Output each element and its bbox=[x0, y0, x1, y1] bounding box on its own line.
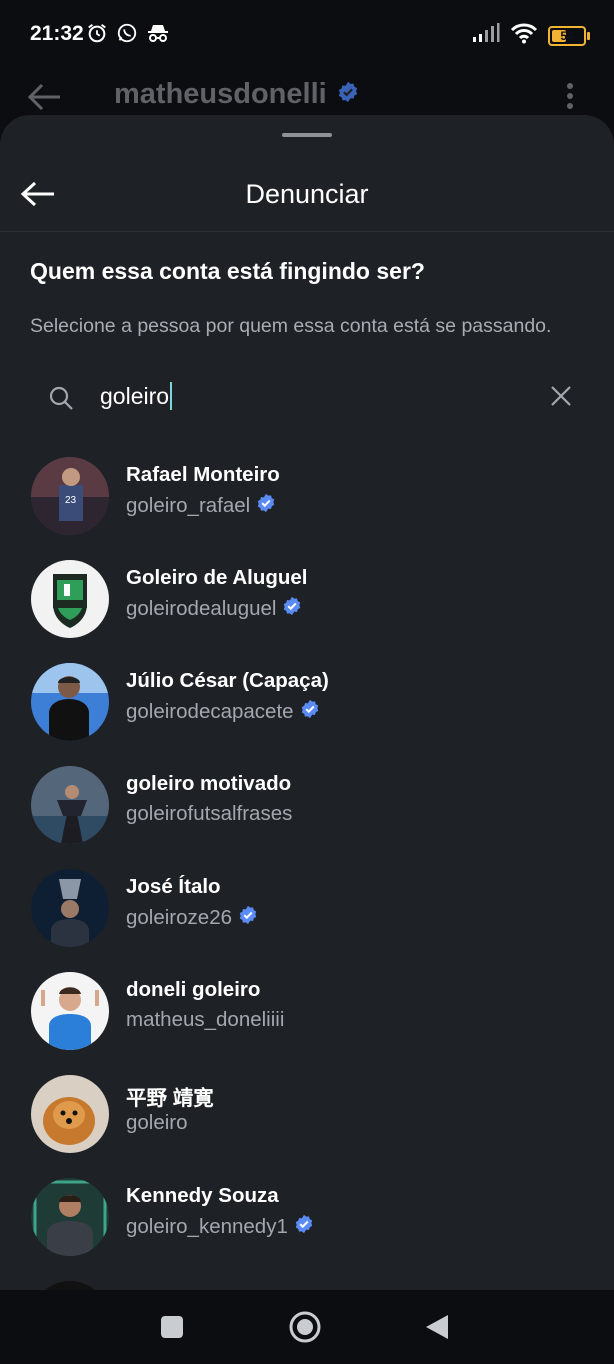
signal-icon bbox=[472, 23, 500, 48]
result-handle: goleiroze26 bbox=[126, 906, 232, 929]
status-time: 21:32 bbox=[30, 22, 84, 45]
verified-badge-icon bbox=[300, 699, 320, 725]
verified-badge-icon bbox=[294, 1214, 314, 1240]
result-handle: matheus_doneliiii bbox=[126, 1008, 285, 1031]
result-name: Júlio César (Capaça) bbox=[126, 669, 329, 692]
recent-apps-button[interactable] bbox=[160, 1315, 184, 1344]
back-button[interactable] bbox=[424, 1313, 450, 1346]
result-item[interactable]: José Ítalo goleiroze26 bbox=[0, 857, 614, 953]
avatar bbox=[31, 663, 109, 741]
clear-search-icon[interactable] bbox=[550, 385, 572, 412]
battery-icon: 54 bbox=[548, 25, 590, 46]
sheet-title: Denunciar bbox=[245, 179, 369, 209]
result-item[interactable]: 23 Rafael Monteiro goleiro_rafael bbox=[0, 445, 614, 541]
question-subtitle: Selecione a pessoa por quem essa conta e… bbox=[30, 315, 552, 337]
verified-badge-icon bbox=[238, 905, 258, 931]
incognito-icon bbox=[146, 22, 170, 49]
result-name: Kennedy Souza bbox=[126, 1184, 279, 1207]
search-input[interactable]: goleiro bbox=[100, 383, 169, 410]
svg-text:23: 23 bbox=[65, 495, 77, 506]
whatsapp-icon bbox=[116, 22, 138, 49]
avatar: 23 bbox=[31, 457, 109, 535]
verified-badge-icon bbox=[282, 596, 302, 622]
verified-badge-icon bbox=[337, 78, 359, 111]
result-item[interactable]: Goleiro de Aluguel goleirodealuguel bbox=[0, 548, 614, 644]
avatar bbox=[31, 1178, 109, 1256]
result-item-partial[interactable] bbox=[0, 1269, 614, 1290]
result-handle: goleirofutsalfrases bbox=[126, 802, 293, 825]
result-name: 平野 靖寛 bbox=[126, 1087, 214, 1110]
result-item[interactable]: goleiro motivado goleirofutsalfrases bbox=[0, 754, 614, 850]
avatar bbox=[31, 1075, 109, 1153]
text-cursor bbox=[170, 382, 173, 410]
result-item[interactable]: 平野 靖寛 goleiro bbox=[0, 1063, 614, 1159]
back-arrow-icon[interactable] bbox=[26, 80, 64, 119]
result-handle: goleiro_rafael bbox=[126, 494, 251, 517]
drag-handle[interactable] bbox=[282, 133, 332, 137]
result-name: goleiro motivado bbox=[126, 772, 292, 795]
avatar bbox=[31, 1281, 109, 1290]
question-heading: Quem essa conta está fingindo ser? bbox=[30, 258, 425, 284]
result-item[interactable]: Júlio César (Capaça) goleirodecapacete bbox=[0, 651, 614, 747]
battery-level: 54 bbox=[560, 28, 574, 43]
more-options-icon[interactable] bbox=[566, 82, 574, 115]
result-handle: goleirodecapacete bbox=[126, 700, 294, 723]
alarm-icon bbox=[86, 22, 108, 49]
avatar bbox=[31, 766, 109, 844]
status-bar: 21:32 54 bbox=[0, 0, 614, 70]
result-item[interactable]: Kennedy Souza goleiro_kennedy1 bbox=[0, 1166, 614, 1262]
profile-username: matheusdonelli bbox=[114, 78, 327, 110]
divider bbox=[0, 231, 614, 232]
result-name: José Ítalo bbox=[126, 875, 221, 898]
search-field[interactable]: goleiro bbox=[30, 373, 586, 421]
back-arrow-icon[interactable] bbox=[20, 179, 56, 214]
avatar bbox=[31, 869, 109, 947]
result-handle: goleirodealuguel bbox=[126, 597, 277, 620]
verified-badge-icon bbox=[256, 493, 276, 519]
home-button[interactable] bbox=[288, 1310, 322, 1349]
system-nav-bar bbox=[0, 1290, 614, 1364]
result-item[interactable]: doneli goleiro matheus_doneliiii bbox=[0, 960, 614, 1056]
result-name: Rafael Monteiro bbox=[126, 463, 280, 486]
avatar bbox=[31, 560, 109, 638]
wifi-icon bbox=[510, 22, 538, 49]
result-name: doneli goleiro bbox=[126, 978, 261, 1001]
search-icon bbox=[48, 385, 74, 416]
report-sheet: Denunciar Quem essa conta está fingindo … bbox=[0, 115, 614, 1290]
result-name: Goleiro de Aluguel bbox=[126, 566, 308, 589]
result-handle: goleiro bbox=[126, 1111, 188, 1134]
result-handle: goleiro_kennedy1 bbox=[126, 1215, 288, 1238]
avatar bbox=[31, 972, 109, 1050]
